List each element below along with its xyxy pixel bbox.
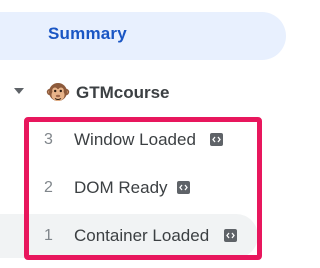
event-number: 3 — [44, 131, 53, 148]
code-icon — [177, 181, 190, 194]
container-name: GTMcourse — [76, 83, 170, 102]
container-row[interactable]: GTMcourse — [0, 76, 300, 110]
event-number: 2 — [44, 179, 53, 196]
summary-label: Summary — [48, 24, 127, 43]
code-icon — [210, 133, 223, 146]
event-row-window-loaded[interactable]: 3 Window Loaded — [0, 122, 300, 158]
event-label: Window Loaded — [74, 130, 196, 149]
event-label: DOM Ready — [74, 178, 168, 197]
event-number: 1 — [44, 227, 53, 244]
monkey-emoji-icon — [46, 81, 70, 105]
summary-nav-item[interactable]: Summary — [0, 12, 286, 60]
event-label: Container Loaded — [74, 226, 210, 245]
tag-assistant-sidebar: Summary GTMcourse 3 Window Loaded 2 DOM … — [0, 0, 300, 268]
code-icon — [224, 229, 237, 242]
chevron-down-icon[interactable] — [14, 88, 24, 94]
event-row-dom-ready[interactable]: 2 DOM Ready — [0, 170, 300, 206]
event-row-container-loaded[interactable]: 1 Container Loaded — [0, 214, 258, 258]
